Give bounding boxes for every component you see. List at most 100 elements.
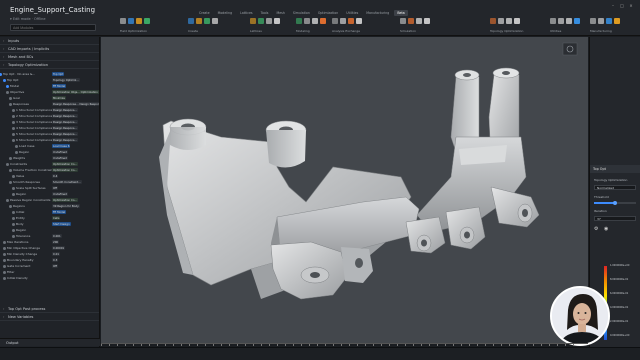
module-search-input[interactable] <box>10 24 96 31</box>
row-value[interactable]: Load Case 6 <box>52 144 71 148</box>
tool-icon[interactable] <box>400 18 406 24</box>
row-value[interactable]: Design Respons... <box>52 138 78 142</box>
row-value[interactable]: 0.00001 <box>52 246 66 250</box>
maximize-icon[interactable]: □ <box>619 3 625 8</box>
tool-icon[interactable] <box>514 18 520 24</box>
toolbar-group-label: Simulation <box>400 29 416 33</box>
output-panel-toggle[interactable]: Output <box>0 338 100 346</box>
section-header[interactable]: Inputs <box>0 37 99 45</box>
row-value[interactable]: Cells <box>52 216 61 220</box>
tool-icon[interactable] <box>296 18 302 24</box>
tool-icon[interactable] <box>304 18 310 24</box>
row-value[interactable]: Off <box>52 186 58 190</box>
row-status-icon <box>6 90 9 94</box>
tool-icon[interactable] <box>258 18 264 24</box>
row-value[interactable]: Minimize <box>52 96 66 100</box>
tool-icon[interactable] <box>416 18 422 24</box>
row-value[interactable]: 200 <box>52 240 60 244</box>
row-value[interactable]: Design Respons... <box>52 108 78 112</box>
tool-icon[interactable] <box>356 18 362 24</box>
row-value[interactable]: Design Respons... <box>52 126 78 130</box>
threshold-slider[interactable] <box>594 200 636 205</box>
tool-icon[interactable] <box>340 18 346 24</box>
tool-icon[interactable] <box>614 18 620 24</box>
tool-icon[interactable] <box>348 18 354 24</box>
ruler-tick <box>261 344 262 346</box>
tool-icon[interactable] <box>120 18 126 24</box>
ruler-tick <box>525 344 526 346</box>
tool-icon[interactable] <box>490 18 496 24</box>
row-status-icon <box>3 246 6 250</box>
tool-icon[interactable] <box>128 18 134 24</box>
section-header[interactable]: New Variables <box>0 313 99 321</box>
tool-icon[interactable] <box>424 18 430 24</box>
section-header[interactable]: Top Opt Post process <box>0 305 99 313</box>
row-value[interactable]: Optimization Co... <box>52 168 79 172</box>
row-value[interactable]: Undefined <box>52 150 68 154</box>
ruler-tick <box>549 344 550 346</box>
tool-icon[interactable] <box>274 18 280 24</box>
ribbon-toolbar: Field Optimization Create Lattices Modeling… <box>100 16 636 36</box>
row-value[interactable]: Undefined <box>52 156 68 160</box>
tool-icon[interactable] <box>320 18 326 24</box>
close-icon[interactable]: × <box>628 3 634 8</box>
field-select[interactable]: Normalized <box>594 185 636 190</box>
tool-icon[interactable] <box>590 18 596 24</box>
row-value[interactable]: Design Respons... <box>52 120 78 124</box>
row-value[interactable]: Undefined <box>52 192 68 196</box>
row-value[interactable]: Design Respons... <box>52 132 78 136</box>
tool-icon[interactable] <box>266 18 272 24</box>
row-value[interactable]: Optimization Obje... Optimization Obje..… <box>52 90 99 94</box>
ruler-tick <box>141 344 142 346</box>
row-value[interactable]: 0.4 <box>52 174 59 178</box>
row-value[interactable]: FE Model <box>52 210 67 214</box>
row-value[interactable]: 39 Region for Body <box>52 204 80 208</box>
row-value[interactable]: Optimization Co... <box>52 162 79 166</box>
tool-icon[interactable] <box>566 18 572 24</box>
row-value[interactable]: Off <box>52 264 58 268</box>
tool-icon[interactable] <box>136 18 142 24</box>
tool-icon[interactable] <box>550 18 556 24</box>
tool-icon[interactable] <box>204 18 210 24</box>
row-value[interactable]: Start Design <box>52 222 71 226</box>
3d-viewport[interactable] <box>101 37 588 343</box>
row-value[interactable]: Topology Optimiz... <box>52 78 80 82</box>
row-value[interactable]: 0.01 <box>52 252 60 256</box>
row-value[interactable]: 0.001 <box>52 234 62 238</box>
eye-icon[interactable]: ◉ <box>604 226 610 232</box>
section-header[interactable]: Topology Optimization <box>0 61 99 69</box>
tool-icon[interactable] <box>558 18 564 24</box>
tool-icon[interactable] <box>212 18 218 24</box>
tool-icon[interactable] <box>606 18 612 24</box>
tool-icon[interactable] <box>498 18 504 24</box>
ruler-tick <box>533 344 534 346</box>
tool-icon[interactable] <box>332 18 338 24</box>
threshold-knob[interactable] <box>613 200 617 205</box>
tool-icon[interactable] <box>506 18 512 24</box>
gear-icon[interactable]: ⚙ <box>594 226 600 232</box>
tool-icon[interactable] <box>144 18 150 24</box>
section-header[interactable]: CAD Imports / Implicits <box>0 45 99 53</box>
row-value[interactable]: FE Model <box>52 84 67 88</box>
tool-icon[interactable] <box>188 18 194 24</box>
row-value[interactable]: Smooth Constraint... <box>52 180 82 184</box>
tool-icon[interactable] <box>312 18 318 24</box>
ruler-tick <box>213 344 214 346</box>
section-header[interactable]: Mesh and BCs <box>0 53 99 61</box>
toolbar-group-label: Modeling <box>296 29 310 33</box>
tool-icon[interactable] <box>574 18 580 24</box>
tool-icon[interactable] <box>250 18 256 24</box>
row-value[interactable]: Design Response... Design Respons... <box>52 102 99 106</box>
tool-icon[interactable] <box>196 18 202 24</box>
row-value[interactable]: Design Respons... <box>52 114 78 118</box>
tool-icon[interactable] <box>408 18 414 24</box>
properties-header: Top Opt <box>590 165 640 173</box>
tool-icon[interactable] <box>598 18 604 24</box>
iteration-field[interactable]: 37 <box>594 216 636 221</box>
row-value[interactable]: Top Opt <box>52 72 65 76</box>
minimize-icon[interactable]: – <box>610 3 616 8</box>
row-value[interactable]: 0.3 <box>52 258 59 262</box>
view-cube[interactable] <box>562 42 578 56</box>
tree-row[interactable]: Initial Density <box>0 275 99 281</box>
row-value[interactable]: Optimization Co... <box>52 198 79 202</box>
